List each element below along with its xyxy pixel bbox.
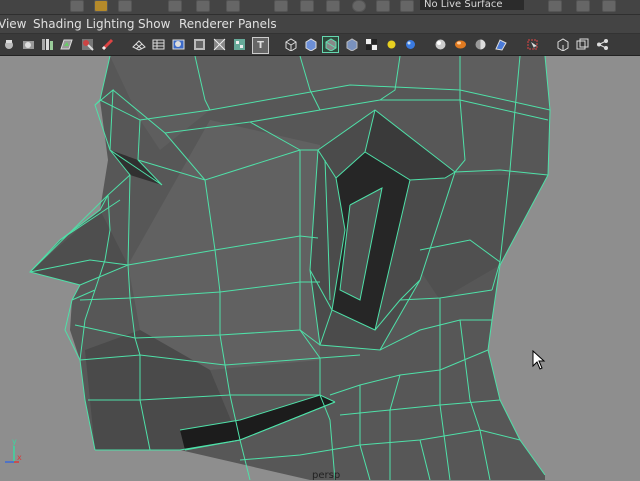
menu-shading[interactable]: Shading <box>33 17 82 31</box>
share-view-icon[interactable] <box>595 37 610 52</box>
panel-toolbar: T <box>0 34 640 56</box>
bookmarks-icon[interactable] <box>40 37 55 52</box>
render-frame-icon[interactable] <box>548 0 562 12</box>
axis-y-label: y <box>12 437 17 446</box>
xray-components-icon[interactable] <box>575 37 590 52</box>
head-model-mesh[interactable] <box>0 56 640 480</box>
safe-action-icon[interactable] <box>232 37 247 52</box>
view-axis-gizmo: y x <box>2 438 24 466</box>
menu-panels[interactable]: Panels <box>238 17 277 31</box>
axis-x-label: x <box>17 453 22 462</box>
snap-grid-icon[interactable] <box>274 0 288 12</box>
select-camera-icon[interactable] <box>2 37 17 52</box>
panel-menu-bar: View Shading Lighting Show Renderer Pane… <box>0 15 640 34</box>
ipr-render-icon[interactable] <box>576 0 590 12</box>
camera-attributes-icon[interactable] <box>21 37 36 52</box>
anti-alias-icon[interactable] <box>493 37 508 52</box>
perspective-viewport[interactable] <box>0 56 640 480</box>
film-gate-icon[interactable] <box>151 37 166 52</box>
resolution-gate-icon[interactable] <box>171 37 186 52</box>
field-chart-icon[interactable] <box>212 37 227 52</box>
menu-view[interactable]: View <box>0 17 26 31</box>
two-d-pan-zoom-icon[interactable] <box>80 37 95 52</box>
menu-lighting[interactable]: Lighting <box>86 17 135 31</box>
snap-view-icon[interactable] <box>352 0 366 12</box>
menu-show[interactable]: Show <box>138 17 170 31</box>
history-icon[interactable] <box>400 0 414 12</box>
smooth-shade-icon[interactable] <box>303 37 318 52</box>
menu-renderer[interactable]: Renderer <box>179 17 234 31</box>
status-line: No Live Surface <box>0 0 640 15</box>
use-all-lights-icon[interactable] <box>384 37 399 52</box>
live-surface-field[interactable]: No Live Surface <box>420 0 524 10</box>
open-scene-icon[interactable] <box>94 0 108 12</box>
gate-mask-icon[interactable] <box>192 37 207 52</box>
mouse-cursor-icon <box>532 350 546 370</box>
lasso-tool-icon[interactable] <box>196 0 210 12</box>
select-tool-icon[interactable] <box>168 0 182 12</box>
wireframe-on-shaded-icon[interactable] <box>322 36 339 53</box>
make-live-icon[interactable] <box>376 0 390 12</box>
snap-point-icon[interactable] <box>326 0 340 12</box>
ambient-occlusion-icon[interactable] <box>453 37 468 52</box>
grid-icon[interactable] <box>131 37 146 52</box>
shadows-icon[interactable] <box>403 37 418 52</box>
save-scene-icon[interactable] <box>118 0 132 12</box>
new-scene-icon[interactable] <box>70 0 84 12</box>
render-settings-icon[interactable] <box>602 0 616 12</box>
snap-curve-icon[interactable] <box>300 0 314 12</box>
safe-title-icon[interactable]: T <box>252 37 269 54</box>
image-plane-icon[interactable] <box>59 37 74 52</box>
xray-icon[interactable] <box>344 37 359 52</box>
motion-blur-icon[interactable] <box>473 37 488 52</box>
paint-select-icon[interactable] <box>226 0 240 12</box>
xray-joints-icon[interactable] <box>555 37 570 52</box>
wireframe-shading-icon[interactable] <box>283 37 298 52</box>
grease-pencil-icon[interactable] <box>100 37 115 52</box>
high-quality-icon[interactable] <box>433 37 448 52</box>
isolate-select-icon[interactable] <box>525 37 540 52</box>
textured-icon[interactable] <box>364 37 379 52</box>
camera-name-label: persp <box>312 470 341 481</box>
